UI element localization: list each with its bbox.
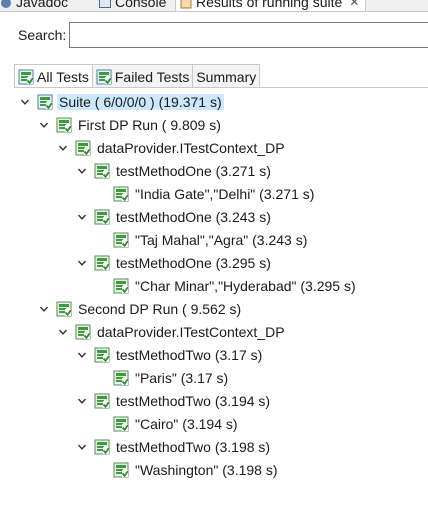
all-tests-icon xyxy=(18,69,34,85)
tree-node-label: testMethodOne (3.243 s) xyxy=(116,209,271,225)
chevron-down-icon[interactable] xyxy=(75,344,88,366)
tree-node-method[interactable]: testMethodTwo (3.198 s) xyxy=(75,436,272,458)
test-pass-icon xyxy=(94,347,110,363)
tree-node-label: "Paris" (3.17 s) xyxy=(135,370,229,386)
tree-node-param[interactable]: "Paris" (3.17 s) xyxy=(113,367,230,389)
tree-node-param[interactable]: "Washington" (3.198 s) xyxy=(113,459,280,481)
chevron-down-icon[interactable] xyxy=(75,206,88,228)
tree-node-label: testMethodTwo (3.198 s) xyxy=(116,439,271,455)
tree-node-label: Second DP Run ( 9.562 s) xyxy=(78,301,242,317)
tab-all-tests-label: All Tests xyxy=(37,68,89,85)
tree-node-suite[interactable]: Suite ( 6/0/0/0 ) (19.371 s) xyxy=(18,91,224,113)
tree-node-label: Suite ( 6/0/0/0 ) (19.371 s) xyxy=(57,94,224,110)
chevron-down-icon[interactable] xyxy=(75,160,88,182)
test-pass-icon xyxy=(94,163,110,179)
tab-all-tests[interactable]: All Tests xyxy=(14,64,93,88)
search-label: Search: xyxy=(18,27,67,43)
tab-failed-tests[interactable]: Failed Tests xyxy=(91,64,194,88)
tab-javadoc-label: Javadoc xyxy=(16,0,69,10)
test-pass-icon xyxy=(56,301,72,317)
chevron-down-icon[interactable] xyxy=(75,390,88,412)
test-pass-icon xyxy=(113,278,129,294)
tree-node-label: "Char Minar","Hyderabad" (3.295 s) xyxy=(135,278,356,294)
test-pass-icon xyxy=(94,439,110,455)
tree-node-label: First DP Run ( 9.809 s) xyxy=(78,117,221,133)
failed-tests-icon xyxy=(96,69,112,85)
tree-node-run[interactable]: First DP Run ( 9.809 s) xyxy=(37,114,223,136)
tree-node-label: "India Gate","Delhi" (3.271 s) xyxy=(135,186,315,202)
tree-node-method[interactable]: testMethodOne (3.271 s) xyxy=(75,160,273,182)
tree-node-label: dataProvider.ITestContext_DP xyxy=(97,324,285,340)
tab-console[interactable]: Console xyxy=(99,0,167,11)
tree-node-param[interactable]: "Char Minar","Hyderabad" (3.295 s) xyxy=(113,275,358,297)
tab-results[interactable]: Results of running suite ✕ xyxy=(175,0,367,11)
search-row: Search: xyxy=(0,20,428,50)
search-input[interactable] xyxy=(69,22,428,48)
result-tab-bar: All Tests Failed Tests Summary xyxy=(14,64,261,88)
suite-icon xyxy=(37,94,53,110)
tab-summary[interactable]: Summary xyxy=(192,64,261,88)
test-pass-icon xyxy=(75,324,91,340)
tab-failed-tests-label: Failed Tests xyxy=(114,68,190,85)
tree-node-label: dataProvider.ITestContext_DP xyxy=(97,140,285,156)
chevron-down-icon[interactable] xyxy=(56,321,69,343)
chevron-down-icon[interactable] xyxy=(75,436,88,458)
javadoc-icon xyxy=(0,0,12,8)
tree-node-method[interactable]: testMethodOne (3.295 s) xyxy=(75,252,273,274)
tree-node-label: testMethodTwo (3.194 s) xyxy=(116,393,271,409)
view-tab-bar: Javadoc Console Results of running suite… xyxy=(0,0,428,12)
test-pass-icon xyxy=(113,370,129,386)
testng-results-icon xyxy=(180,0,192,9)
tree-node-label: testMethodOne (3.271 s) xyxy=(116,163,271,179)
chevron-down-icon[interactable] xyxy=(18,91,31,113)
chevron-down-icon[interactable] xyxy=(37,298,50,320)
tree-node-label: "Washington" (3.198 s) xyxy=(135,462,278,478)
test-pass-icon xyxy=(94,255,110,271)
close-icon[interactable]: ✕ xyxy=(349,0,359,9)
tab-divider xyxy=(14,87,428,88)
chevron-down-icon[interactable] xyxy=(75,252,88,274)
tree-node-run[interactable]: Second DP Run ( 9.562 s) xyxy=(37,298,243,320)
tree-node-label: "Cairo" (3.194 s) xyxy=(135,416,238,432)
tree-node-label: "Taj Mahal","Agra" (3.243 s) xyxy=(135,232,308,248)
tab-console-label: Console xyxy=(115,0,167,10)
tree-node-class[interactable]: dataProvider.ITestContext_DP xyxy=(56,321,287,343)
test-pass-icon xyxy=(113,186,129,202)
tab-summary-label: Summary xyxy=(196,68,257,85)
chevron-down-icon[interactable] xyxy=(37,114,50,136)
tree-node-param[interactable]: "Cairo" (3.194 s) xyxy=(113,413,240,435)
test-pass-icon xyxy=(113,462,129,478)
test-pass-icon xyxy=(94,209,110,225)
tree-node-param[interactable]: "India Gate","Delhi" (3.271 s) xyxy=(113,183,316,205)
tree-node-method[interactable]: testMethodTwo (3.194 s) xyxy=(75,390,272,412)
tree-node-method[interactable]: testMethodTwo (3.17 s) xyxy=(75,344,264,366)
tab-javadoc[interactable]: Javadoc xyxy=(0,0,69,11)
chevron-down-icon[interactable] xyxy=(56,137,69,159)
test-pass-icon xyxy=(94,393,110,409)
test-pass-icon xyxy=(113,232,129,248)
tree-node-class[interactable]: dataProvider.ITestContext_DP xyxy=(56,137,287,159)
tab-results-label: Results of running suite xyxy=(196,0,343,10)
tree-node-label: testMethodTwo (3.17 s) xyxy=(116,347,263,363)
test-pass-icon xyxy=(56,117,72,133)
tree-node-label: testMethodOne (3.295 s) xyxy=(116,255,271,271)
test-pass-icon xyxy=(113,416,129,432)
tree-node-param[interactable]: "Taj Mahal","Agra" (3.243 s) xyxy=(113,229,309,251)
test-pass-icon xyxy=(75,140,91,156)
console-icon xyxy=(99,0,111,8)
tree-node-method[interactable]: testMethodOne (3.243 s) xyxy=(75,206,273,228)
